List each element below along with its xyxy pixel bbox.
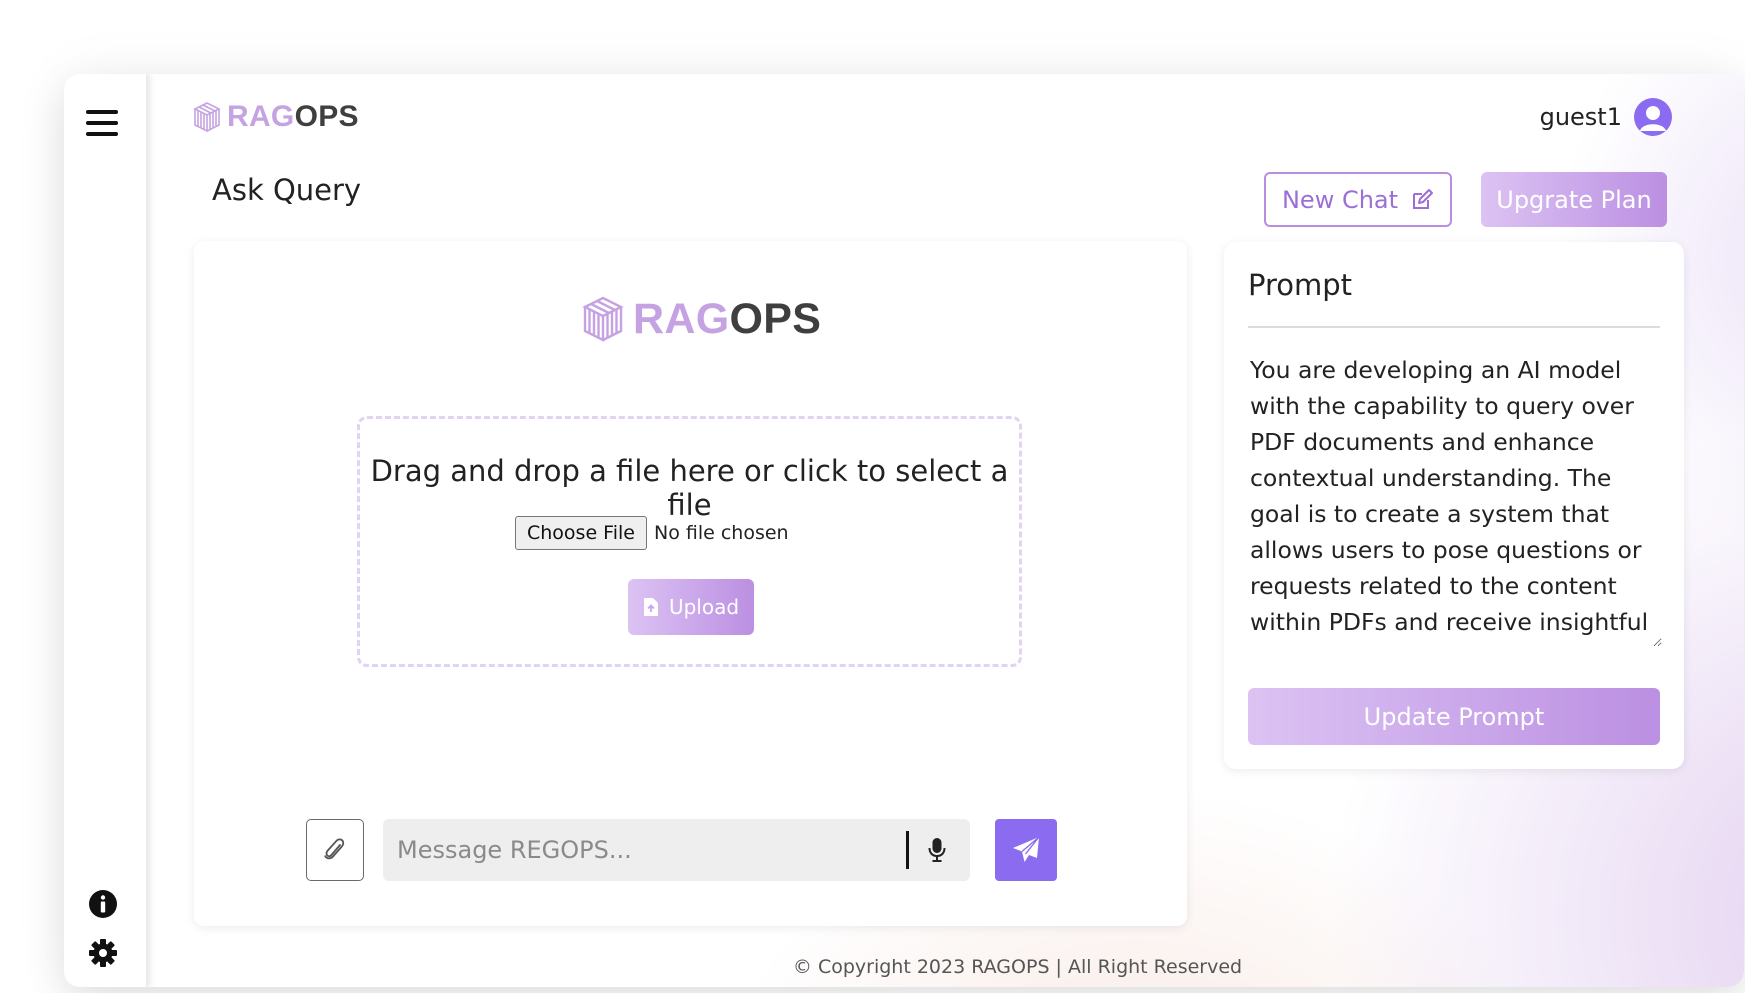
ragops-logo[interactable]: RAG OPS — [191, 100, 359, 134]
cube-logo-icon — [582, 296, 624, 342]
file-input[interactable]: Choose File No file chosen — [515, 516, 789, 550]
app-window: RAG OPS guest1 Ask Query New Chat Upgrate… — [64, 74, 1744, 987]
attach-button[interactable] — [306, 819, 364, 881]
file-dropzone[interactable]: Drag and drop a file here or click to se… — [357, 416, 1022, 667]
username: guest1 — [1539, 103, 1622, 131]
file-upload-icon — [643, 598, 658, 616]
choose-file-button[interactable]: Choose File — [515, 516, 647, 550]
user-circle-icon — [1634, 98, 1672, 136]
upload-label: Upload — [668, 595, 740, 619]
paper-plane-icon — [1013, 836, 1040, 862]
center-logo: RAG OPS — [579, 293, 821, 345]
file-status: No file chosen — [653, 522, 789, 544]
message-box — [383, 819, 970, 881]
page-title: Ask Query — [212, 173, 362, 207]
upgrade-plan-button[interactable]: Upgrate Plan — [1481, 172, 1667, 227]
send-button[interactable] — [995, 819, 1057, 881]
user-menu[interactable]: guest1 — [1540, 98, 1672, 136]
info-icon[interactable] — [88, 889, 118, 919]
new-chat-button[interactable]: New Chat — [1264, 172, 1452, 227]
logo-rag-text: RAG — [633, 294, 730, 343]
copyright-footer: © Copyright 2023 RAGOPS | All Right Rese… — [792, 956, 1243, 978]
new-chat-label: New Chat — [1281, 185, 1399, 214]
update-prompt-button[interactable]: Update Prompt — [1248, 688, 1660, 745]
gear-icon[interactable] — [88, 938, 118, 968]
prompt-textarea[interactable]: You are developing an AI model with the … — [1250, 352, 1662, 647]
hamburger-menu-icon[interactable] — [86, 110, 118, 136]
main-area: RAG OPS guest1 Ask Query New Chat Upgrate… — [146, 74, 1744, 987]
prompt-title: Prompt — [1248, 268, 1353, 302]
edit-icon — [1413, 188, 1434, 209]
input-divider — [906, 831, 909, 869]
cube-logo-icon — [193, 102, 221, 133]
paperclip-icon — [324, 838, 345, 860]
dropzone-instruction: Drag and drop a file here or click to se… — [370, 454, 1009, 522]
chat-panel: RAG OPS Drag and drop a file here or clic… — [194, 241, 1187, 926]
sidebar — [64, 74, 147, 987]
prompt-divider — [1248, 326, 1660, 328]
microphone-icon[interactable] — [921, 834, 953, 866]
upload-button[interactable]: Upload — [628, 579, 754, 635]
logo-ops-text: OPS — [729, 294, 822, 343]
message-input[interactable] — [397, 819, 897, 881]
prompt-panel: Prompt You are developing an AI model wi… — [1224, 242, 1684, 769]
logo-rag-text: RAG — [227, 100, 295, 133]
logo-ops-text: OPS — [294, 100, 359, 133]
